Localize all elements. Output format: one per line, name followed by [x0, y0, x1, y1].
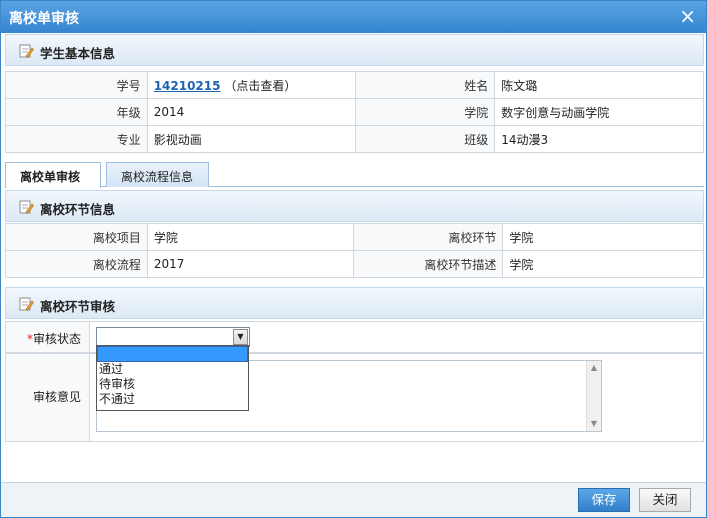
- class-value: 14动漫3: [494, 125, 704, 153]
- stage-desc-value: 学院: [502, 250, 704, 278]
- status-label-text: 审核状态: [32, 332, 81, 346]
- status-option-pass[interactable]: 通过: [97, 362, 248, 377]
- review-dialog: 离校单审核 × 学生基本信息 学号 14210215 （点击查看） 姓名 陈文璐…: [0, 0, 707, 518]
- comment-label: 审核意见: [6, 354, 90, 441]
- dialog-title: 离校单审核: [9, 11, 79, 27]
- college-label: 学院: [354, 98, 496, 126]
- grade-value: 2014: [146, 98, 356, 126]
- student-id-cell: 14210215 （点击查看）: [146, 71, 356, 99]
- stage-desc-label: 离校环节描述: [353, 250, 504, 278]
- status-option-pending[interactable]: 待审核: [97, 377, 248, 392]
- edit-note-icon: [19, 297, 34, 311]
- tab-review[interactable]: 离校单审核: [5, 162, 101, 188]
- name-label: 姓名: [354, 71, 496, 99]
- student-info-title: 学生基本信息: [40, 46, 116, 61]
- review-header: 离校环节审核: [5, 287, 704, 319]
- dialog-content: 学生基本信息 学号 14210215 （点击查看） 姓名 陈文璐 年级 2014…: [5, 34, 704, 480]
- close-button[interactable]: 关闭: [639, 488, 691, 512]
- leave-process-label: 离校流程: [5, 250, 148, 278]
- review-title: 离校环节审核: [40, 299, 116, 314]
- leave-stage-label: 离校环节: [353, 223, 504, 251]
- scroll-down-icon[interactable]: ▼: [587, 417, 601, 431]
- status-option-fail[interactable]: 不通过: [97, 392, 248, 407]
- dialog-footer: 保存 关闭: [1, 482, 706, 517]
- edit-note-icon: [19, 200, 34, 214]
- status-select[interactable]: ▼: [96, 327, 250, 347]
- edit-note-icon: [19, 44, 34, 58]
- student-id-link[interactable]: 14210215: [154, 79, 221, 93]
- class-label: 班级: [354, 125, 496, 153]
- chevron-down-icon[interactable]: ▼: [233, 329, 248, 345]
- table-row: 年级 2014 学院 数字创意与动画学院: [5, 98, 704, 126]
- status-option-blank[interactable]: [97, 346, 248, 362]
- college-value: 数字创意与动画学院: [494, 98, 704, 126]
- leave-process-value: 2017: [146, 250, 355, 278]
- stage-info-header: 离校环节信息: [5, 190, 704, 222]
- major-value: 影视动画: [146, 125, 356, 153]
- status-label: *审核状态: [6, 322, 90, 352]
- stage-info-table: 离校项目 学院 离校环节 学院 离校流程 2017 离校环节描述 学院: [5, 223, 704, 278]
- tab-bar: 离校单审核 离校流程信息: [5, 160, 704, 188]
- student-id-hint: （点击查看）: [224, 78, 297, 93]
- grade-label: 年级: [5, 98, 148, 126]
- status-dropdown-list: 通过 待审核 不通过: [96, 345, 249, 411]
- close-icon[interactable]: ×: [679, 5, 696, 27]
- stage-info-title: 离校环节信息: [40, 202, 116, 217]
- table-row: 专业 影视动画 班级 14动漫3: [5, 125, 704, 153]
- major-label: 专业: [5, 125, 148, 153]
- tab-process-info[interactable]: 离校流程信息: [106, 162, 209, 187]
- leave-item-label: 离校项目: [5, 223, 148, 251]
- table-row: 离校流程 2017 离校环节描述 学院: [5, 250, 704, 278]
- student-id-label: 学号: [5, 71, 148, 99]
- scroll-up-icon[interactable]: ▲: [587, 361, 601, 375]
- comment-scrollbar[interactable]: ▲ ▼: [586, 361, 601, 431]
- leave-item-value: 学院: [146, 223, 355, 251]
- dialog-titlebar[interactable]: 离校单审核 ×: [1, 1, 706, 33]
- table-row: 学号 14210215 （点击查看） 姓名 陈文璐: [5, 71, 704, 99]
- name-value: 陈文璐: [494, 71, 704, 99]
- student-info-header: 学生基本信息: [5, 34, 704, 66]
- save-button[interactable]: 保存: [578, 488, 630, 512]
- table-row: 离校项目 学院 离校环节 学院: [5, 223, 704, 251]
- leave-stage-value: 学院: [502, 223, 704, 251]
- student-info-table: 学号 14210215 （点击查看） 姓名 陈文璐 年级 2014 学院 数字创…: [5, 71, 704, 153]
